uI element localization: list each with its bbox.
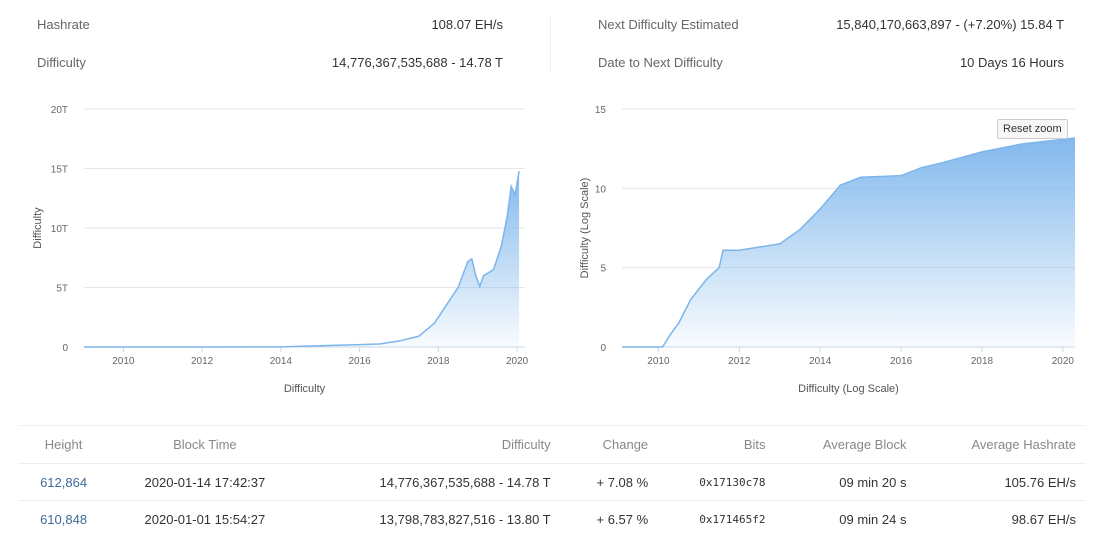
- x-tick-label: 2018: [427, 356, 450, 367]
- table-row: 610,8482020-01-01 15:54:2713,798,783,827…: [18, 501, 1086, 537]
- table-cell: 09 min 20 s: [776, 464, 917, 501]
- column-header[interactable]: Average Block: [776, 426, 917, 464]
- column-header[interactable]: Difficulty: [301, 426, 561, 464]
- x-tick-label: 2010: [112, 356, 135, 367]
- y-tick-label: 10T: [51, 224, 68, 235]
- y-tick-label: 10: [595, 184, 607, 195]
- column-header[interactable]: Height: [18, 426, 109, 464]
- x-axis-title: Difficulty: [284, 383, 326, 395]
- y-tick-label: 0: [600, 343, 606, 354]
- column-header[interactable]: Block Time: [109, 426, 300, 464]
- table-cell: 14,776,367,535,688 - 14.78 T: [301, 464, 561, 501]
- y-tick-label: 0: [62, 343, 68, 354]
- x-tick-label: 2012: [191, 356, 214, 367]
- table-cell: 2020-01-01 15:54:27: [109, 501, 300, 537]
- column-header[interactable]: Change: [561, 426, 659, 464]
- table-cell: 09 min 24 s: [776, 501, 917, 537]
- x-tick-label: 2020: [1052, 356, 1075, 367]
- block-height-link[interactable]: 612,864: [18, 464, 109, 501]
- difficulty-charts: 0 5T 10T 15T 20T 2010 2012 2014 2016 2018 2020 Diff…: [0, 0, 1112, 420]
- x-tick-label: 2012: [728, 356, 751, 367]
- x-tick-label: 2020: [506, 356, 529, 367]
- table-cell: 2020-01-14 17:42:37: [109, 464, 300, 501]
- table-cell: 0x17130c78: [658, 464, 775, 501]
- difficulty-area: [622, 138, 1075, 347]
- block-height-link[interactable]: 610,848: [18, 501, 109, 537]
- y-tick-label: 20T: [51, 105, 68, 116]
- table-cell: 13,798,783,827,516 - 13.80 T: [301, 501, 561, 537]
- x-tick-label: 2010: [647, 356, 670, 367]
- x-tick-label: 2014: [270, 356, 293, 367]
- y-axis-title: Difficulty (Log Scale): [579, 178, 591, 279]
- x-axis-title: Difficulty (Log Scale): [798, 383, 899, 395]
- y-tick-label: 15: [595, 105, 607, 116]
- x-tick-label: 2018: [971, 356, 994, 367]
- difficulty-table: HeightBlock TimeDifficultyChangeBitsAver…: [18, 425, 1086, 537]
- column-header[interactable]: Average Hashrate: [916, 426, 1086, 464]
- y-axis-title: Difficulty: [32, 207, 44, 249]
- x-tick-label: 2014: [809, 356, 832, 367]
- table-cell: 98.67 EH/s: [916, 501, 1086, 537]
- x-tick-label: 2016: [349, 356, 372, 367]
- table-cell: + 7.08 %: [561, 464, 659, 501]
- x-tick-label: 2016: [890, 356, 913, 367]
- table-header: HeightBlock TimeDifficultyChangeBitsAver…: [18, 426, 1086, 464]
- y-tick-label: 5: [600, 264, 606, 275]
- table-cell: 0x171465f2: [658, 501, 775, 537]
- difficulty-area: [84, 171, 519, 347]
- column-header[interactable]: Bits: [658, 426, 775, 464]
- y-tick-label: 5T: [56, 284, 68, 295]
- table-cell: + 6.57 %: [561, 501, 659, 537]
- table-cell: 105.76 EH/s: [916, 464, 1086, 501]
- table-row: 612,8642020-01-14 17:42:3714,776,367,535…: [18, 464, 1086, 501]
- reset-zoom-button[interactable]: Reset zoom: [997, 119, 1068, 139]
- y-tick-label: 15T: [51, 165, 68, 176]
